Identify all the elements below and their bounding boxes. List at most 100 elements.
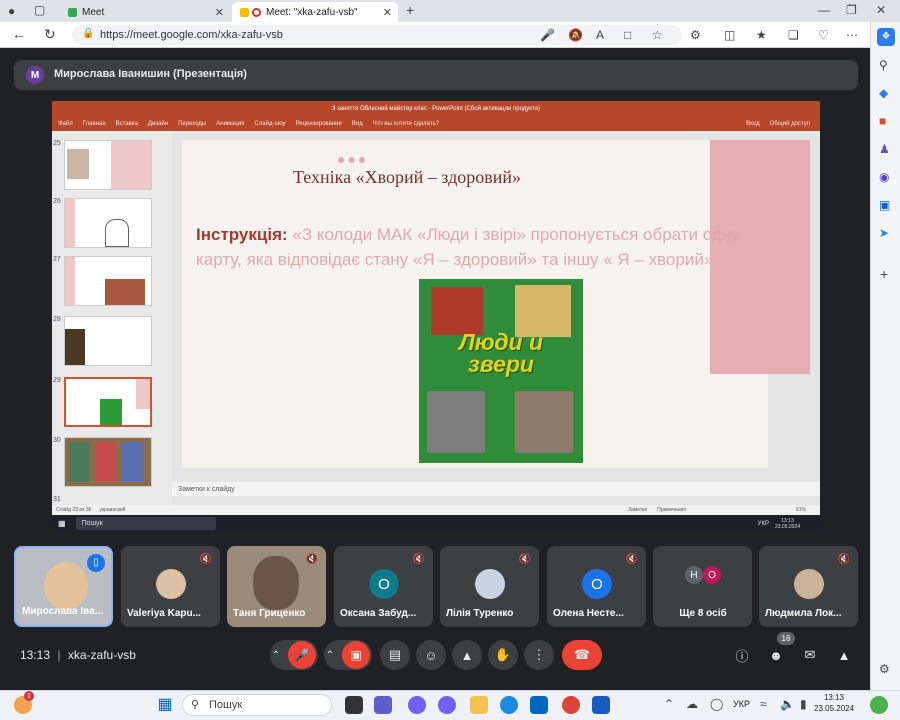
store-icon[interactable] xyxy=(530,696,548,714)
participant-tile-tanya[interactable]: 🔇 Таня Гриценко xyxy=(227,546,326,627)
sidebar-settings-icon[interactable]: ⚙ xyxy=(879,662,890,676)
outlook-icon[interactable]: ▣ xyxy=(879,198,890,212)
info-icon: ⓘ xyxy=(735,648,749,664)
participant-name: Лілія Туренко xyxy=(446,608,514,619)
participant-tile-valeriya[interactable]: 🔇 Valeriya Kapu... xyxy=(121,546,220,627)
add-sidebar-app-icon[interactable]: + xyxy=(880,266,888,282)
participant-tile-olena[interactable]: 🔇 О Олена Несте... xyxy=(547,546,646,627)
clock-time: 13:13 xyxy=(823,693,845,702)
app-icon[interactable]: □ xyxy=(624,28,631,42)
wifi-icon[interactable]: ≈ xyxy=(760,697,767,711)
games-icon[interactable]: ♟ xyxy=(879,142,890,156)
battery-icon[interactable]: ▮ xyxy=(800,697,807,711)
minimize-icon[interactable]: — xyxy=(818,3,830,17)
participant-tile-oksana[interactable]: 🔇 О Оксана Забуд... xyxy=(334,546,433,627)
microphone-icon[interactable]: 🎤 xyxy=(540,28,555,42)
system-clock[interactable]: 13:13 23.05.2024 xyxy=(814,692,854,714)
participant-name: Таня Гриценко xyxy=(233,608,306,619)
read-aloud-icon[interactable]: A xyxy=(596,28,604,42)
new-tab-icon[interactable]: + xyxy=(406,2,414,18)
activities-icon: ▲ xyxy=(837,647,851,663)
close-icon[interactable]: ✕ xyxy=(215,6,224,19)
send-icon[interactable]: ➤ xyxy=(879,226,889,240)
mic-off-icon: 🔇 xyxy=(199,554,212,565)
participant-video xyxy=(253,556,299,610)
comments-toggle: Примечания xyxy=(657,507,686,513)
restore-icon[interactable]: ❐ xyxy=(846,3,857,17)
more-options-button[interactable]: ⋮ xyxy=(524,640,554,670)
participant-name: Ще 8 осіб xyxy=(679,608,727,619)
cloud-icon[interactable]: ☁ xyxy=(686,697,698,711)
speaking-icon: ▯ xyxy=(87,554,105,572)
viber-icon[interactable] xyxy=(408,696,426,714)
participant-tile-lyudmyla[interactable]: 🔇 Людмила Лок... xyxy=(759,546,858,627)
participant-tile-miroslava[interactable]: ▯ Мирослава Іва... xyxy=(14,546,113,627)
tab-actions-icon[interactable]: ▢ xyxy=(34,3,45,17)
more-menu-icon[interactable]: ⋯ xyxy=(846,28,858,42)
avatar: Н xyxy=(685,566,703,584)
hand-icon: ✋ xyxy=(494,647,512,662)
leave-call-button[interactable]: ☎ xyxy=(562,640,602,670)
tab-meet-active[interactable]: Meet: "xka-zafu-vsb" ✕ xyxy=(232,2,398,22)
captions-button[interactable]: ▤ xyxy=(380,640,410,670)
profile-icon[interactable]: ● xyxy=(8,4,15,18)
favorite-star-icon[interactable]: ☆ xyxy=(652,28,663,42)
copilot-taskbar-icon[interactable] xyxy=(870,696,888,714)
network-icon[interactable]: ◯ xyxy=(710,697,723,711)
viber2-icon[interactable] xyxy=(438,696,456,714)
chevron-up-icon[interactable]: ⌃ xyxy=(326,650,334,661)
ppt-ribbon-tabs: Файл Главная Вставка Дизайн Переходы Ани… xyxy=(52,117,820,131)
tray-chevron-icon[interactable]: ⌃ xyxy=(664,697,674,711)
mic-control[interactable]: ⌃ 🎤 xyxy=(270,640,318,670)
participant-tile-more[interactable]: Н О Ще 8 осіб xyxy=(653,546,752,627)
close-icon[interactable]: ✕ xyxy=(383,6,392,19)
meeting-info-button[interactable]: ⓘ xyxy=(730,640,754,670)
language-indicator[interactable]: УКР xyxy=(733,699,750,709)
chrome-icon[interactable] xyxy=(562,696,580,714)
speaker-icon[interactable]: 🔈 xyxy=(780,697,795,711)
raise-hand-button[interactable]: ✋ xyxy=(488,640,518,670)
thumb-number: 26 xyxy=(53,198,61,205)
extensions-icon[interactable]: ⚙ xyxy=(690,28,701,42)
participant-tile-liliya[interactable]: 🔇 Лілія Туренко xyxy=(440,546,539,627)
collections-icon[interactable]: ❏ xyxy=(788,28,799,42)
present-button[interactable]: ▲ xyxy=(452,640,482,670)
avatar xyxy=(794,569,824,599)
teams-icon[interactable] xyxy=(374,696,392,714)
participant-video xyxy=(44,562,88,610)
split-screen-icon[interactable]: ◫ xyxy=(724,28,735,42)
close-window-icon[interactable]: ✕ xyxy=(876,3,886,17)
edge-icon[interactable] xyxy=(500,696,518,714)
url-input[interactable]: 🔒 https://meet.google.com/xka-zafu-vsb xyxy=(72,25,682,45)
chevron-up-icon[interactable]: ⌃ xyxy=(272,650,280,661)
camera-off-icon[interactable]: ▣ xyxy=(342,641,371,669)
microsoft365-icon[interactable]: ◉ xyxy=(879,170,889,184)
tab-meet[interactable]: Meet ✕ xyxy=(60,2,230,22)
bell-off-icon[interactable]: 🔕 xyxy=(568,28,583,42)
task-view-icon[interactable] xyxy=(345,696,363,714)
ppt-signin: Вход xyxy=(746,121,760,127)
camera-control[interactable]: ⌃ ▣ xyxy=(324,640,372,670)
reactions-button[interactable]: ☺ xyxy=(416,640,446,670)
participant-name: Олена Несте... xyxy=(553,608,624,619)
refresh-icon[interactable]: ↻ xyxy=(44,26,56,43)
tools-icon[interactable]: ■ xyxy=(879,114,886,128)
word-icon[interactable] xyxy=(592,696,610,714)
shopping-icon[interactable]: ◆ xyxy=(879,86,888,100)
ppt-title-bar: 3 заняття Обласний майстер клас - PowerP… xyxy=(52,101,820,117)
browser-essentials-icon[interactable]: ♡ xyxy=(818,28,829,42)
file-explorer-icon[interactable] xyxy=(470,696,488,714)
windows-start-icon[interactable]: ▦ xyxy=(156,696,174,714)
favorites-icon[interactable]: ★ xyxy=(756,28,767,42)
mic-off-icon[interactable]: 🎤 xyxy=(288,641,317,669)
slide-thumbnail xyxy=(64,316,152,366)
back-icon[interactable]: ← xyxy=(12,26,26,42)
slide-thumbnail xyxy=(64,140,152,190)
chat-button[interactable]: ✉ xyxy=(798,640,822,670)
windows-search-input[interactable]: ⚲ Пошук xyxy=(182,694,332,716)
mic-off-icon: 🔇 xyxy=(518,554,531,565)
search-icon[interactable]: ⚲ xyxy=(879,58,888,72)
copilot-icon[interactable]: ❖ xyxy=(877,28,895,46)
meet-icon xyxy=(240,7,249,17)
activities-button[interactable]: ▲ xyxy=(832,640,856,670)
